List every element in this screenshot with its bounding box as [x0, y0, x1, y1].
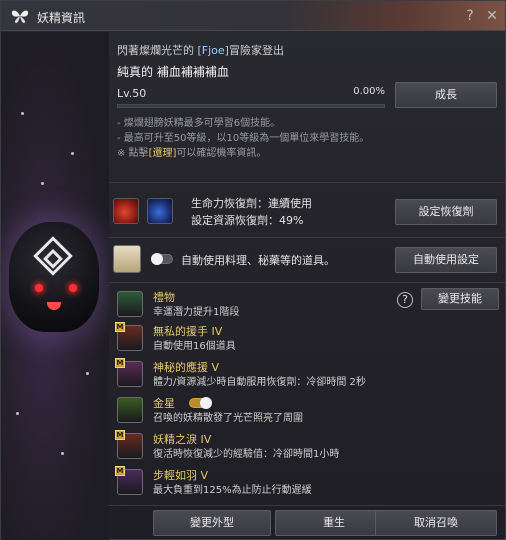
change-appearance-button[interactable]: 變更外型 — [153, 510, 271, 536]
potion-setting-hp: 生命力恢復劑：連續使用 — [191, 197, 312, 210]
skill-description: 召喚的妖精散發了光芒照亮了周圍 — [153, 413, 303, 424]
skill-row[interactable]: M 神秘的應援 V 體力/資源減少時自動服用恢復劑：冷卻時間 2秒 — [109, 358, 389, 392]
skill-toggle[interactable] — [189, 397, 212, 409]
sparkle — [61, 452, 64, 455]
skill-row[interactable]: M 妖精之淚 IV 復活時恢復減少的經驗值：冷卻時間1小時 — [109, 430, 389, 464]
fairy-mouth — [47, 302, 61, 310]
potion-setting-resource: 設定資源恢復劑：49% — [191, 214, 304, 227]
butterfly-icon — [11, 10, 29, 23]
title-bar[interactable]: 妖精資訊 ? ✕ — [1, 1, 505, 31]
fairy-info-content: 閃著燦爛光芒的 [Fjoe]冒險家登出 純真的 補血補補補血 Lv.50 0.0… — [109, 32, 505, 540]
help-button[interactable]: ? — [461, 7, 479, 25]
window-title: 妖精資訊 — [37, 11, 86, 25]
divider — [109, 282, 505, 283]
skill-description: 最大負重到125%為止防止行動遲緩 — [153, 485, 312, 496]
sparkle — [21, 112, 24, 115]
fairy-eye — [69, 284, 77, 292]
exp-bar — [117, 104, 385, 108]
hp-potion-icon[interactable] — [113, 198, 139, 224]
fairy-level: Lv.50 — [117, 87, 147, 100]
note-skill-limit: - 燦爛翅膀妖精最多可學習6個技能。 — [117, 118, 281, 129]
exp-percent: 0.00% — [353, 86, 385, 97]
toggle-knob — [200, 397, 212, 409]
subtitle-prefix: 閃著燦爛光芒的 — [117, 44, 194, 57]
close-button[interactable]: ✕ — [483, 7, 501, 25]
fairy-subtitle: 閃著燦爛光芒的 [Fjoe]冒險家登出 — [117, 42, 284, 58]
mp-potion-icon[interactable] — [147, 198, 173, 224]
probability-link[interactable]: [還理] — [149, 148, 177, 159]
note-prefix: ※ 點擊 — [117, 148, 149, 159]
lantern-icon — [117, 397, 143, 423]
skill-row[interactable]: M 無私的援手 IV 自動使用16個道具 — [109, 322, 389, 356]
skill-description: 自動使用16個道具 — [153, 341, 236, 352]
subtitle-suffix: 冒險家登出 — [228, 44, 284, 57]
toggle-knob — [151, 253, 163, 265]
skill-help-icon[interactable]: ? — [397, 292, 413, 308]
skill-row[interactable]: 禮物 幸運潛力提升1階段 — [109, 288, 389, 322]
skill-description: 復活時恢復減少的經驗值：冷卻時間1小時 — [153, 449, 340, 460]
master-badge: M — [115, 466, 125, 476]
grow-button[interactable]: 成長 — [395, 82, 497, 108]
subtitle-tag: [Fjoe] — [197, 44, 229, 57]
clover-icon — [117, 291, 143, 317]
fairy-name: 純真的 補血補補補血 — [117, 65, 229, 79]
master-badge: M — [115, 322, 125, 332]
fairy-emblem-icon — [33, 236, 73, 276]
sparkle — [41, 182, 44, 185]
auto-use-settings-button[interactable]: 自動使用設定 — [395, 247, 497, 273]
note-probability: ※ 點擊[還理]可以確認機率資訊。 — [117, 144, 266, 159]
change-skill-button[interactable]: 變更技能 — [421, 288, 499, 310]
divider — [109, 182, 505, 183]
cooking-item-icon — [113, 245, 141, 273]
note-suffix: 可以確認機率資訊。 — [176, 148, 267, 159]
master-badge: M — [115, 430, 125, 440]
sparkle — [71, 152, 74, 155]
note-level-limit: - 最高可升至50等級，以10等級為一個單位來學習技能。 — [117, 133, 370, 144]
fairy-info-window: 妖精資訊 ? ✕ 閃著燦爛光芒的 [Fjoe]冒險家登出 純真的 補血補補補血 … — [0, 0, 506, 540]
sparkle — [86, 372, 89, 375]
sparkle — [16, 412, 19, 415]
skill-description: 幸運潛力提升1階段 — [153, 307, 240, 318]
skill-row[interactable]: M 步輕如羽 V 最大負重到125%為止防止行動遲緩 — [109, 466, 389, 500]
fairy-portrait — [1, 32, 109, 540]
cancel-summon-button[interactable]: 取消召喚 — [375, 510, 497, 536]
auto-use-toggle[interactable] — [151, 253, 173, 265]
set-potion-button[interactable]: 設定恢復劑 — [395, 199, 497, 225]
skill-description: 體力/資源減少時自動服用恢復劑：冷卻時間 2秒 — [153, 377, 366, 388]
master-badge: M — [115, 358, 125, 368]
skill-row[interactable]: 金星 召喚的妖精散發了光芒照亮了周圍 — [109, 394, 389, 428]
divider — [109, 237, 505, 238]
auto-use-label: 自動使用料理、秘藥等的道具。 — [181, 254, 335, 267]
fairy-eye — [35, 284, 43, 292]
divider — [109, 505, 505, 506]
fairy-creature — [9, 222, 99, 332]
